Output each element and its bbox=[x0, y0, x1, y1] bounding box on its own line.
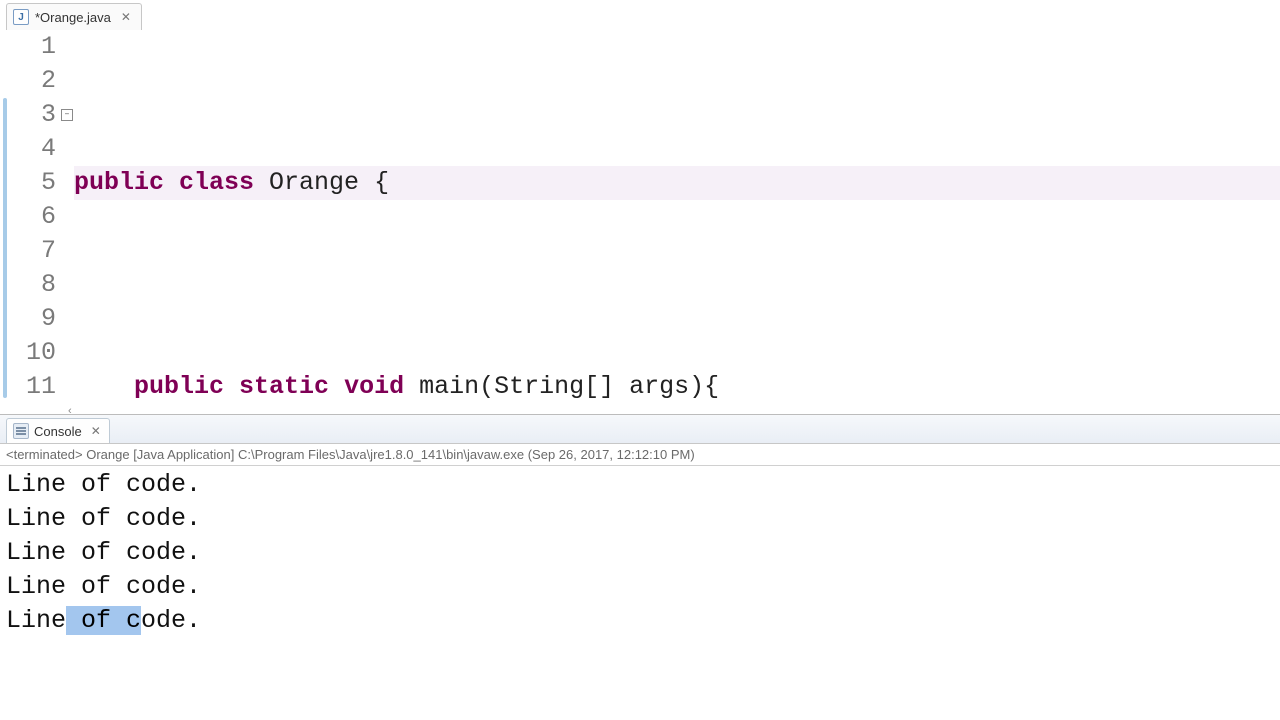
chevron-left-icon[interactable]: ‹ bbox=[68, 405, 72, 414]
line-number: 7 bbox=[10, 234, 56, 268]
console-tab-bar: Console ✕ bbox=[0, 415, 1280, 444]
line-number: 8 bbox=[10, 268, 56, 302]
close-icon[interactable]: ✕ bbox=[121, 10, 131, 24]
close-icon[interactable]: ✕ bbox=[91, 424, 101, 438]
keyword: static bbox=[239, 372, 329, 401]
console-line: Line of code. bbox=[6, 570, 1274, 604]
console-output[interactable]: Line of code. Line of code. Line of code… bbox=[0, 466, 1280, 640]
console-icon bbox=[13, 423, 29, 439]
line-number: 5 bbox=[10, 166, 56, 200]
line-number: 9 bbox=[10, 302, 56, 336]
fold-toggle-icon[interactable]: – bbox=[61, 109, 73, 121]
keyword: public bbox=[134, 372, 224, 401]
console-run-header: <terminated> Orange [Java Application] C… bbox=[0, 444, 1280, 466]
line-number: 4 bbox=[10, 132, 56, 166]
editor-tab-orange[interactable]: J *Orange.java ✕ bbox=[6, 3, 142, 30]
text-selection: of c bbox=[66, 606, 141, 635]
line-number: 1 bbox=[10, 30, 56, 64]
editor-tab-filename: *Orange.java bbox=[35, 10, 111, 25]
line-number: 11 bbox=[10, 370, 56, 404]
marker-bar bbox=[0, 30, 10, 396]
editor-tab-bar: J *Orange.java ✕ bbox=[0, 0, 1280, 30]
console-tab[interactable]: Console ✕ bbox=[6, 418, 110, 443]
console-pane: Console ✕ <terminated> Orange [Java Appl… bbox=[0, 414, 1280, 720]
fold-bar: – bbox=[60, 30, 74, 396]
keyword: void bbox=[344, 372, 404, 401]
keyword: public bbox=[74, 168, 164, 197]
line-number: 10 bbox=[10, 336, 56, 370]
console-line: Line of code. bbox=[6, 604, 1274, 638]
editor-pane: J *Orange.java ✕ 1 2 3 4 5 6 7 8 9 10 11… bbox=[0, 0, 1280, 414]
code-text[interactable]: public class Orange { public static void… bbox=[74, 30, 1280, 396]
line-number: 3 bbox=[10, 98, 56, 132]
line-number: 2 bbox=[10, 64, 56, 98]
java-file-icon: J bbox=[13, 9, 29, 25]
keyword: class bbox=[179, 168, 254, 197]
method-range-marker bbox=[3, 98, 7, 398]
console-line: Line of code. bbox=[6, 468, 1274, 502]
console-line: Line of code. bbox=[6, 502, 1274, 536]
line-number-gutter: 1 2 3 4 5 6 7 8 9 10 11 bbox=[10, 30, 60, 396]
console-line: Line of code. bbox=[6, 536, 1274, 570]
code-area[interactable]: 1 2 3 4 5 6 7 8 9 10 11 – public class O… bbox=[0, 30, 1280, 396]
console-tab-label: Console bbox=[34, 424, 82, 439]
line-number: 6 bbox=[10, 200, 56, 234]
